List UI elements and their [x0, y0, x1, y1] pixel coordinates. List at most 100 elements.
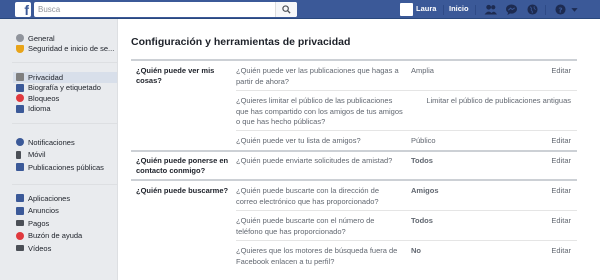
sidebar-item-privacy[interactable]: Privacidad	[13, 72, 121, 83]
setting-value: Amplia	[411, 66, 434, 75]
sidebar-item-general[interactable]: General	[16, 33, 120, 44]
setting-value: No	[411, 246, 421, 255]
apps-icon	[16, 194, 24, 203]
video-icon	[16, 245, 24, 252]
page-title: Configuración y herramientas de privacid…	[131, 36, 351, 48]
timeline-icon	[16, 83, 24, 92]
search-button[interactable]	[275, 2, 297, 17]
edit-link[interactable]: Editar	[551, 246, 571, 255]
setting-value: Amigos	[411, 186, 439, 195]
section-divider	[131, 179, 577, 181]
privacy-settings-panel: Configuración y herramientas de privacid…	[117, 19, 600, 280]
nav-divider	[443, 5, 444, 15]
search-input[interactable]	[34, 2, 274, 17]
home-link[interactable]: Inicio	[449, 4, 469, 13]
setting-value: Todos	[411, 156, 433, 165]
nav-divider	[475, 5, 476, 15]
setting-question: ¿Quién puede ver tu lista de amigos?	[236, 136, 361, 145]
search-box	[34, 2, 297, 17]
sidebar-item-security[interactable]: Seguridad e inicio de se...	[16, 44, 120, 55]
sidebar-item-label: General	[28, 33, 55, 43]
language-icon	[16, 104, 24, 113]
facebook-logo[interactable]: f	[15, 2, 31, 17]
row-divider	[236, 240, 577, 241]
mobile-icon	[16, 150, 21, 159]
help-icon[interactable]: ?	[554, 4, 567, 15]
sidebar-group-notifications: Notificaciones Móvil Publicaciones públi…	[16, 137, 120, 173]
setting-question: ¿Quieres limitar el público de las publi…	[236, 96, 403, 126]
setting-value: Público	[411, 136, 436, 145]
limit-past-posts-link[interactable]: Limitar el público de publicaciones anti…	[426, 96, 571, 105]
sidebar-group-account: General Seguridad e inicio de se...	[16, 33, 120, 54]
card-icon	[16, 220, 24, 227]
ads-icon	[16, 206, 24, 215]
sidebar-item-label: Biografía y etiquetado	[28, 83, 101, 93]
edit-link[interactable]: Editar	[551, 136, 571, 145]
section-label-who-can-see: ¿Quién puede ver mis cosas?	[136, 66, 215, 85]
sidebar-item-label: Bloqueos	[28, 93, 60, 103]
row-divider	[236, 210, 577, 211]
edit-link[interactable]: Editar	[551, 66, 571, 75]
section-label-who-can-contact: ¿Quién puede ponerse en contacto conmigo…	[136, 156, 229, 175]
sidebar-item-apps[interactable]: Aplicaciones	[16, 193, 120, 204]
block-icon	[16, 94, 24, 103]
caret-down-icon[interactable]	[570, 4, 579, 15]
edit-link[interactable]: Editar	[551, 186, 571, 195]
sidebar-item-videos[interactable]: Vídeos	[16, 243, 120, 254]
rss-icon	[16, 163, 24, 172]
settings-sidebar: General Seguridad e inicio de se... Priv…	[0, 19, 121, 280]
row-divider	[236, 90, 577, 91]
globe-icon	[16, 138, 24, 147]
sidebar-item-blocking[interactable]: Bloqueos	[16, 93, 120, 104]
setting-value: Todos	[411, 216, 433, 225]
sidebar-item-label: Seguridad e inicio de se...	[28, 44, 115, 54]
sidebar-item-notifications[interactable]: Notificaciones	[16, 137, 120, 148]
title-divider	[131, 59, 577, 61]
sidebar-item-label: Buzón de ayuda	[28, 231, 83, 241]
sidebar-item-payments[interactable]: Pagos	[16, 218, 120, 229]
sidebar-item-mobile[interactable]: Móvil	[16, 150, 120, 161]
messages-icon[interactable]	[505, 4, 518, 15]
setting-question: ¿Quién puede enviarte solicitudes de ami…	[236, 156, 393, 165]
profile-link[interactable]: Laura	[416, 4, 436, 13]
setting-question: ¿Quién puede ver las publicaciones que h…	[236, 66, 399, 86]
sidebar-item-label: Aplicaciones	[28, 193, 71, 203]
gear-icon	[16, 34, 24, 43]
sidebar-group-privacy: Privacidad Biografía y etiquetado Bloque…	[13, 72, 121, 115]
sidebar-item-label: Pagos	[28, 218, 50, 228]
shield-icon	[16, 44, 24, 53]
avatar[interactable]	[400, 3, 413, 16]
sidebar-item-label: Notificaciones	[28, 137, 75, 147]
sidebar-item-label: Idioma	[28, 104, 51, 114]
search-icon	[282, 5, 291, 14]
setting-question: ¿Quién puede buscarte con la dirección d…	[236, 186, 380, 206]
friends-icon[interactable]	[484, 4, 497, 15]
lifebuoy-icon	[16, 231, 24, 240]
sidebar-group-apps: Aplicaciones Anuncios Pagos Buzón de ayu…	[16, 193, 120, 254]
sidebar-item-label: Privacidad	[28, 72, 64, 82]
sidebar-item-support-inbox[interactable]: Buzón de ayuda	[16, 231, 120, 242]
setting-question: ¿Quieres que los motores de búsqueda fue…	[236, 246, 398, 266]
setting-question: ¿Quién puede buscarte con el número de t…	[236, 216, 375, 236]
nav-divider	[545, 5, 546, 15]
edit-link[interactable]: Editar	[551, 216, 571, 225]
sidebar-item-label: Publicaciones públicas	[28, 162, 104, 172]
top-bar: f Laura Inicio ?	[0, 0, 600, 19]
row-divider	[236, 130, 577, 131]
sidebar-item-label: Móvil	[28, 150, 46, 160]
sidebar-item-label: Vídeos	[28, 243, 52, 253]
sidebar-divider	[12, 62, 120, 63]
sidebar-item-language[interactable]: Idioma	[16, 104, 120, 115]
sidebar-divider	[12, 123, 120, 124]
svg-text:?: ?	[558, 5, 562, 14]
section-label-who-can-look-me-up: ¿Quién puede buscarme?	[136, 186, 229, 195]
edit-link[interactable]: Editar	[551, 156, 571, 165]
sidebar-item-label: Anuncios	[28, 206, 59, 216]
globe-icon[interactable]	[526, 4, 539, 15]
lock-icon	[16, 73, 24, 82]
sidebar-divider	[12, 184, 120, 185]
sidebar-item-ads[interactable]: Anuncios	[16, 206, 120, 217]
section-divider	[131, 150, 577, 152]
sidebar-item-timeline[interactable]: Biografía y etiquetado	[16, 83, 120, 94]
sidebar-item-public-posts[interactable]: Publicaciones públicas	[16, 162, 120, 173]
